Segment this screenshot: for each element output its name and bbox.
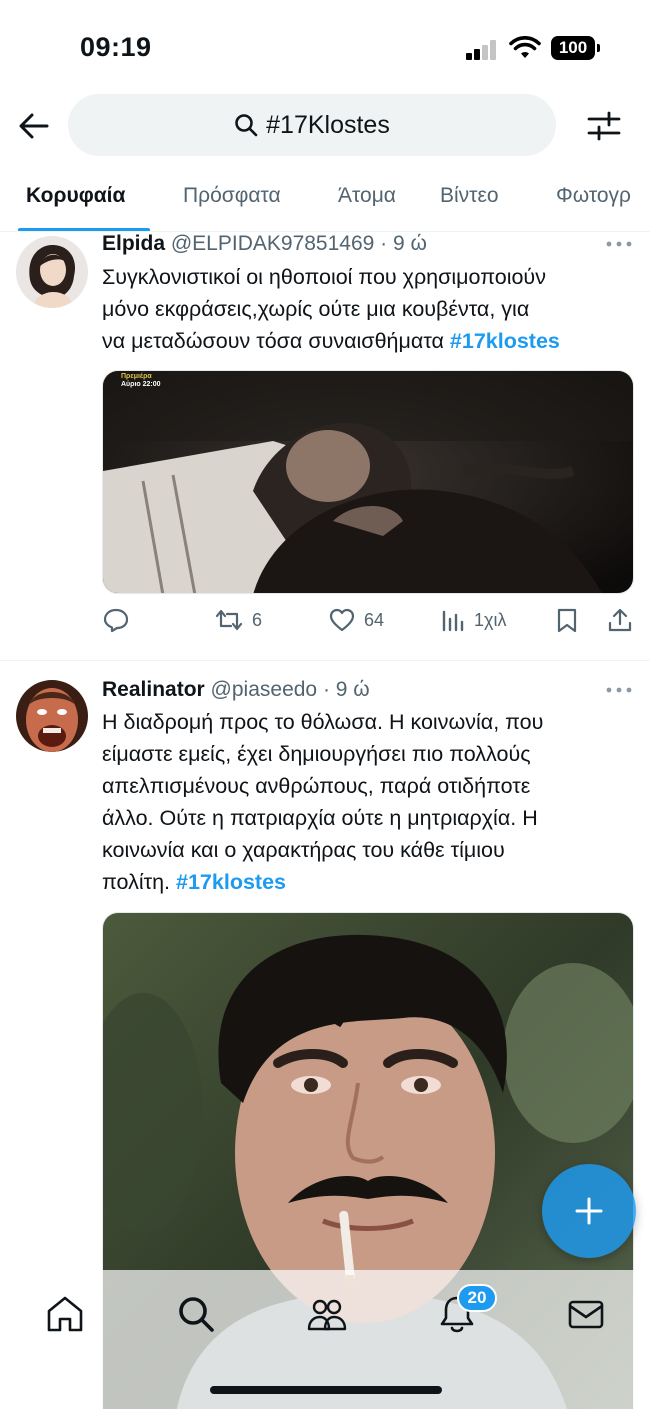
- share-icon: [608, 608, 632, 632]
- tab-photos[interactable]: Φωτογρ: [556, 184, 631, 208]
- tweet-text: Συγκλονιστικοί οι ηθοποιοί που χρησιμοπο…: [102, 261, 642, 357]
- reply-button[interactable]: [102, 606, 130, 634]
- cellular-signal-icon: [466, 40, 498, 60]
- filter-settings-icon[interactable]: [584, 106, 624, 146]
- hashtag-link[interactable]: #17klostes: [450, 329, 560, 353]
- avatar[interactable]: [16, 680, 88, 752]
- tab-latest[interactable]: Πρόσφατα: [183, 184, 281, 208]
- views-button[interactable]: 1χιλ: [440, 606, 506, 634]
- views-count: 1χιλ: [474, 609, 507, 630]
- status-time: 09:19: [80, 32, 152, 62]
- airtime-label: Αύριο 22:00: [121, 381, 161, 388]
- tab-videos[interactable]: Βίντεο: [440, 184, 499, 208]
- plus-icon: [575, 1197, 603, 1225]
- notifications-badge: 20: [457, 1284, 497, 1312]
- tweet-header: Elpida @ELPIDAK97851469 · 9 ώ: [102, 232, 427, 256]
- battery-level: 100: [558, 38, 588, 57]
- heart-icon: [329, 608, 355, 632]
- tweet-time: · 9 ώ: [322, 678, 370, 701]
- like-button[interactable]: 64: [328, 606, 384, 634]
- tweet-text-line: απελπισμένους ανθρώπους, παρά οτιδήποτε: [102, 774, 531, 798]
- home-indicator-bar: [210, 1386, 442, 1394]
- search-query: #17Klostes: [266, 110, 390, 139]
- tweet-text-line: μόνο εκφράσεις,χωρίς ούτε μια κουβέντα, …: [102, 297, 530, 321]
- hashtag-link[interactable]: #17klostes: [176, 870, 286, 894]
- tweet[interactable]: Elpida @ELPIDAK97851469 · 9 ώ Συγκλονιστ…: [0, 230, 650, 660]
- wifi-icon: [509, 36, 541, 58]
- bookmark-icon: [557, 608, 577, 633]
- tweet-actions: 6 64 1χιλ: [102, 606, 638, 638]
- tweet-text-line: πολίτη.: [102, 870, 177, 894]
- messages-envelope-icon[interactable]: [564, 1292, 608, 1336]
- retweet-count: 6: [252, 609, 263, 630]
- tab-top[interactable]: Κορυφαία: [26, 184, 125, 208]
- tweet-time: · 9 ώ: [380, 232, 427, 255]
- tweet-text-line: είμαστε εμείς, έχει δημιουργήσει πιο πολ…: [102, 742, 531, 766]
- tweet-text: Η διαδρομή προς το θόλωσα. Η κοινωνία, π…: [102, 706, 642, 898]
- avatar[interactable]: [16, 236, 88, 308]
- retweet-icon: [215, 609, 243, 631]
- display-name[interactable]: Realinator: [102, 678, 205, 701]
- more-options-icon[interactable]: [606, 241, 632, 247]
- tweet-text-line: Η διαδρομή προς το θόλωσα. Η κοινωνία, π…: [102, 710, 544, 734]
- user-handle[interactable]: @ELPIDAK97851469: [171, 232, 374, 255]
- search-input[interactable]: #17Klostes: [68, 94, 556, 156]
- tweet-divider: [0, 660, 650, 661]
- display-name[interactable]: Elpida: [102, 232, 165, 255]
- views-icon: [442, 610, 464, 632]
- battery-icon: 100: [551, 36, 600, 60]
- premiere-label: Πρεμιέρα: [121, 373, 152, 380]
- tweet-text-line: Συγκλονιστικοί οι ηθοποιοί που χρησιμοπο…: [102, 265, 546, 289]
- user-handle[interactable]: @piaseedo: [211, 678, 318, 701]
- communities-icon[interactable]: [305, 1292, 349, 1336]
- tweet-header: Realinator @piaseedo · 9 ώ: [102, 678, 370, 702]
- like-count: 64: [364, 609, 385, 630]
- back-arrow-icon[interactable]: [16, 108, 52, 144]
- tweet-text-line: κοινωνία και ο χαρακτήρας του κάθε τίμιο…: [102, 838, 505, 862]
- bookmark-button[interactable]: [554, 606, 580, 634]
- tweet-text-line: άλλο. Ούτε η πατριαρχία ούτε η μητριαρχί…: [102, 806, 538, 830]
- compose-button[interactable]: [542, 1164, 636, 1258]
- tab-people[interactable]: Άτομα: [338, 184, 396, 208]
- tweet-text-line: να μεταδώσουν τόσα συναισθήματα: [102, 329, 450, 353]
- search-icon: [235, 114, 258, 137]
- home-icon[interactable]: [43, 1292, 87, 1336]
- retweet-button[interactable]: 6: [214, 606, 262, 634]
- search-tabs: Κορυφαία Πρόσφατα Άτομα Βίντεο Φωτογρ: [0, 170, 650, 232]
- share-button[interactable]: [606, 606, 634, 634]
- explore-search-icon[interactable]: [174, 1292, 218, 1336]
- status-bar: 09:19 100: [0, 0, 650, 90]
- more-options-icon[interactable]: [606, 687, 632, 693]
- reply-icon: [103, 608, 129, 633]
- tweet-video[interactable]: Πρεμιέρα Αύριο 22:00: [102, 370, 634, 594]
